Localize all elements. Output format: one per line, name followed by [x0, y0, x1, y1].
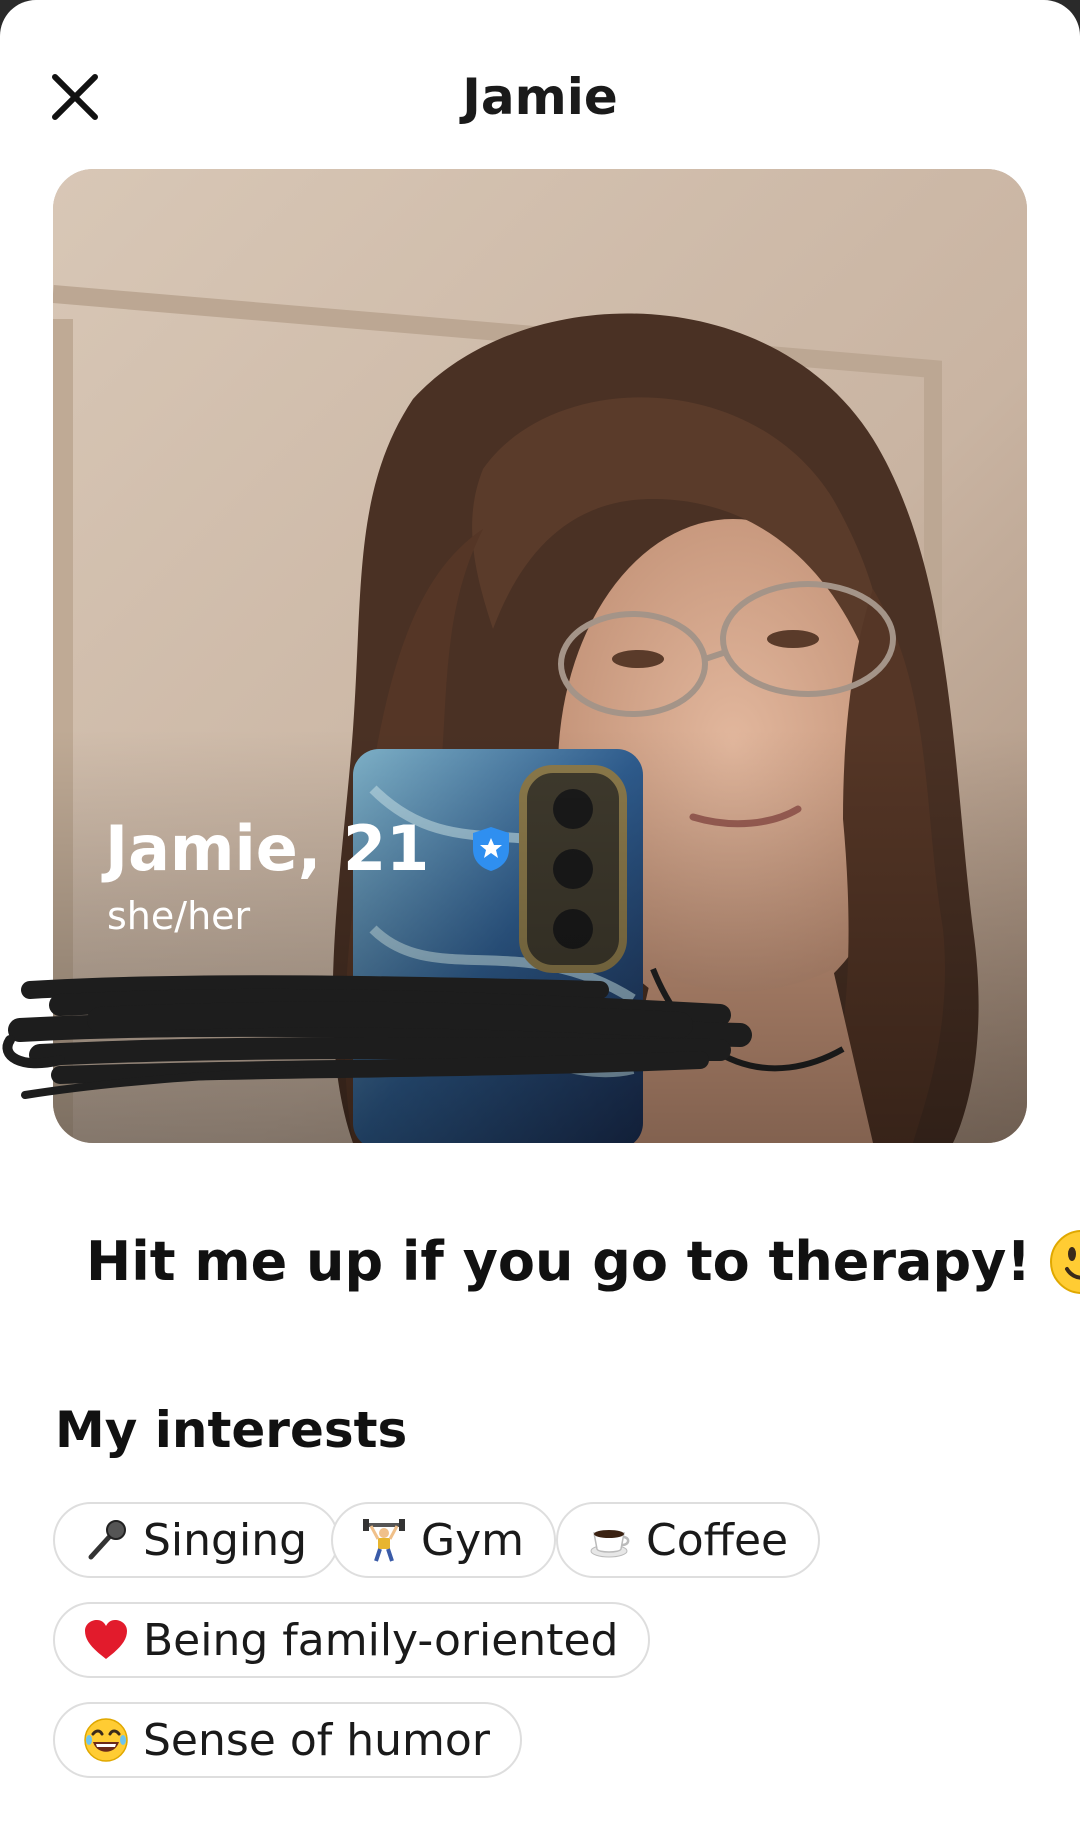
- laughing-face-icon: [84, 1718, 128, 1762]
- interest-chip-sense-of-humor[interactable]: Sense of humor: [53, 1702, 522, 1778]
- interest-label: Singing: [143, 1514, 308, 1566]
- interest-label: Gym: [421, 1514, 524, 1566]
- profile-pronouns: she/her: [107, 894, 251, 938]
- winking-face-icon: [1049, 1230, 1080, 1294]
- profile-sheet: Jamie Jamie, 21 she/her Hit me up if you…: [0, 0, 1080, 1825]
- verified-badge-icon: [473, 827, 510, 871]
- red-heart-icon: [85, 1620, 127, 1659]
- interest-label: Coffee: [646, 1514, 789, 1566]
- microphone-icon: [88, 1520, 126, 1560]
- interests-title: My interests: [55, 1401, 408, 1459]
- profile-name-age-text: Jamie, 21: [105, 812, 430, 885]
- redaction-scribble: [2, 975, 752, 1099]
- interest-chip-singing[interactable]: Singing: [53, 1502, 340, 1578]
- profile-name-age: Jamie, 21: [105, 809, 513, 889]
- page-title: Jamie: [462, 68, 618, 126]
- bio-text: Hit me up if you go to therapy!: [86, 1230, 1031, 1293]
- interest-chip-coffee[interactable]: Coffee: [556, 1502, 821, 1578]
- interest-label: Being family-oriented: [143, 1614, 619, 1666]
- interest-chip-family-oriented[interactable]: Being family-oriented: [53, 1602, 651, 1678]
- coffee-icon: [590, 1530, 630, 1558]
- interest-chip-gym[interactable]: Gym: [331, 1502, 556, 1578]
- header: Jamie: [0, 0, 1080, 190]
- weightlifter-icon: [363, 1519, 405, 1562]
- profile-bio: Hit me up if you go to therapy!: [86, 1222, 1080, 1302]
- interest-label: Sense of humor: [143, 1714, 490, 1766]
